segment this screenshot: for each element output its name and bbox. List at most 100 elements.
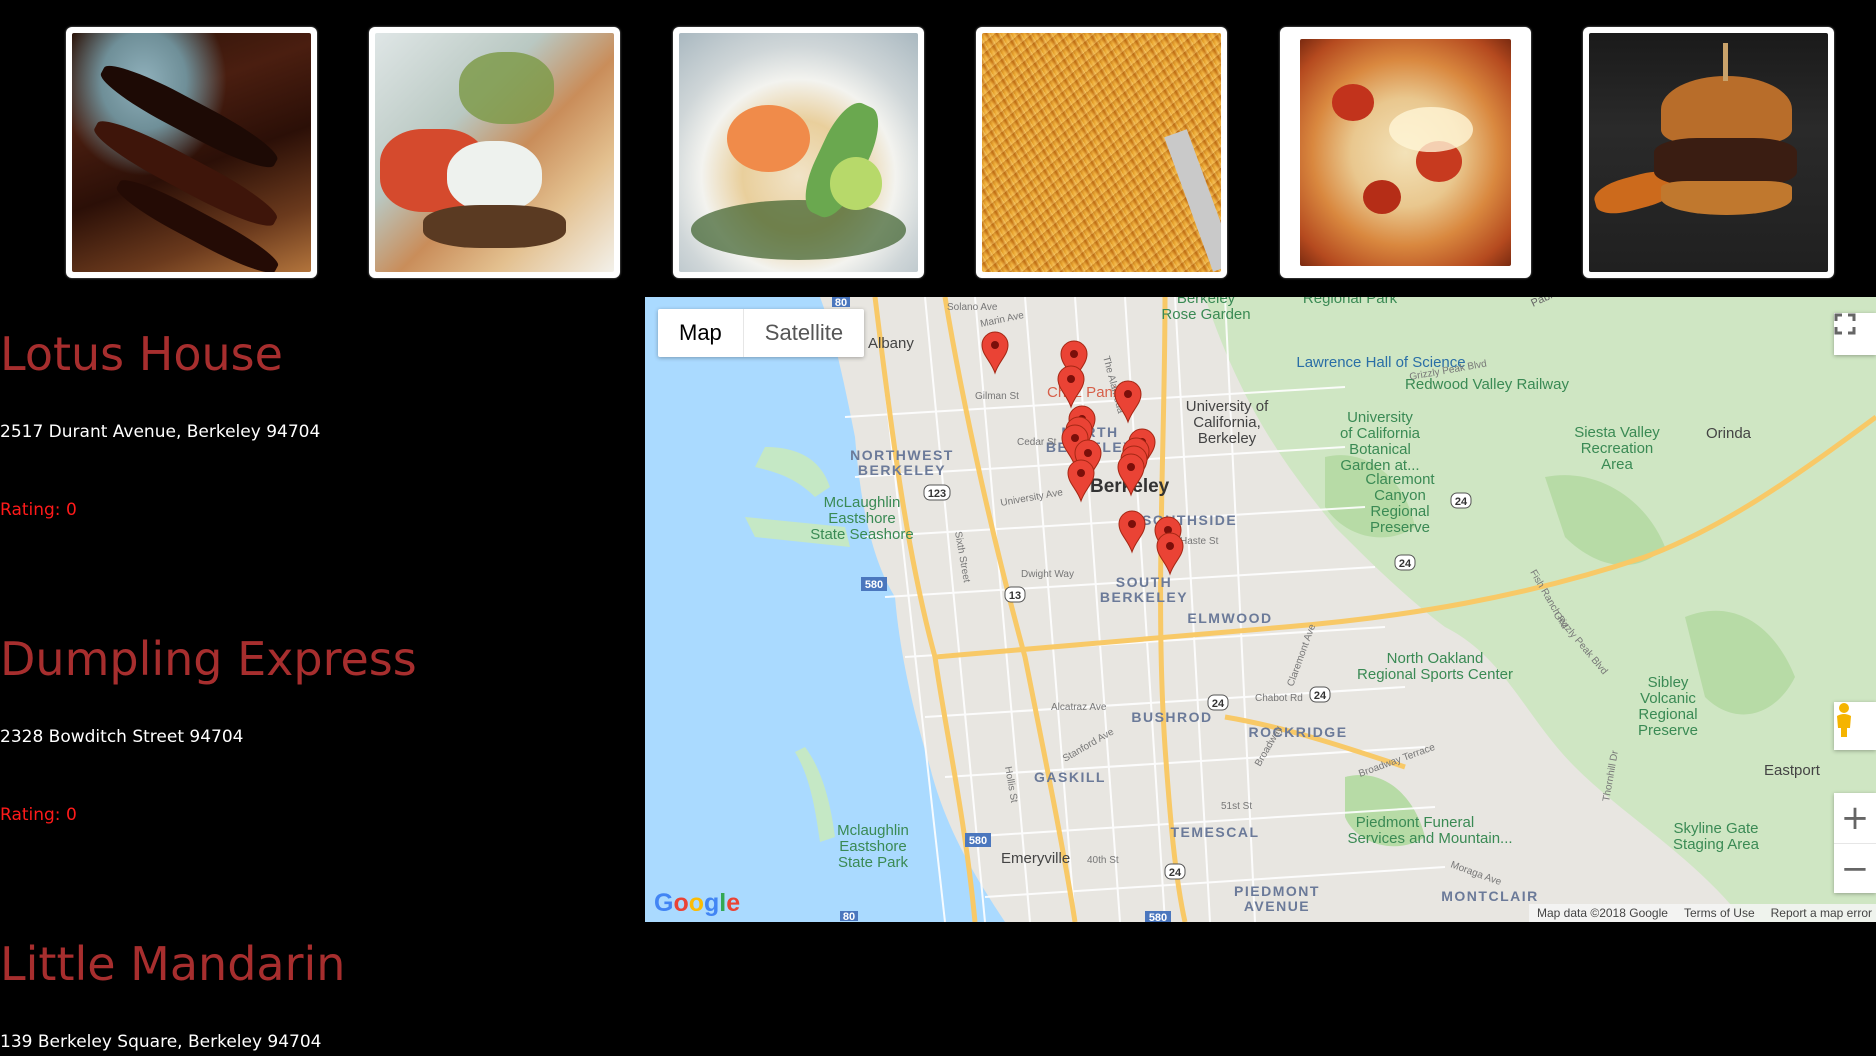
svg-text:580: 580	[969, 835, 987, 847]
svg-text:Emeryville: Emeryville	[1001, 850, 1070, 867]
svg-text:Regional: Regional	[1370, 503, 1429, 520]
svg-text:University Ave: University Ave	[1000, 487, 1065, 509]
svg-text:Botanical: Botanical	[1349, 441, 1411, 458]
svg-text:Eastshore: Eastshore	[828, 510, 896, 527]
map-marker-dot	[1070, 350, 1078, 358]
svg-text:Orinda: Orinda	[1706, 425, 1752, 442]
restaurant-card: Little Mandarin 139 Berkeley Square, Ber…	[0, 825, 640, 1052]
restaurant-name[interactable]: Little Mandarin	[0, 941, 640, 987]
svg-text:Berkeley: Berkeley	[1198, 430, 1257, 447]
svg-text:State Seashore: State Seashore	[810, 526, 913, 543]
svg-text:13: 13	[1009, 590, 1021, 602]
map-marker-dot	[991, 341, 999, 349]
satellite-view-button[interactable]: Satellite	[744, 309, 864, 357]
svg-text:Preserve: Preserve	[1370, 519, 1430, 536]
svg-text:of California: of California	[1340, 425, 1421, 442]
restaurant-address: 2328 Bowditch Street 94704	[0, 727, 244, 747]
svg-text:Skyline Gate: Skyline Gate	[1673, 820, 1758, 837]
svg-text:California,: California,	[1193, 414, 1261, 431]
restaurant-rating: Rating: 0	[0, 500, 77, 520]
svg-text:Services and Mountain...: Services and Mountain...	[1347, 830, 1512, 847]
svg-text:North Oakland: North Oakland	[1387, 650, 1484, 667]
svg-text:Sibley: Sibley	[1648, 674, 1689, 691]
zoom-out-button[interactable]: −	[1834, 843, 1876, 893]
svg-text:Eastshore: Eastshore	[839, 838, 907, 855]
food-thumbnail-burger[interactable]	[1583, 27, 1834, 278]
restaurant-card: Dumpling Express 2328 Bowditch Street 94…	[0, 520, 640, 825]
fullscreen-button[interactable]	[1834, 313, 1876, 355]
svg-text:PIEDMONT: PIEDMONT	[1234, 883, 1320, 899]
pizza-image	[1300, 39, 1511, 266]
svg-text:24: 24	[1212, 698, 1225, 710]
google-logo[interactable]: Google	[654, 889, 740, 918]
svg-text:TEMESCAL: TEMESCAL	[1171, 824, 1260, 840]
food-thumbnail-noodles[interactable]	[976, 27, 1227, 278]
svg-text:Area: Area	[1601, 456, 1633, 473]
food-thumbnail-gyro[interactable]	[369, 27, 620, 278]
svg-text:Piedmont Funeral: Piedmont Funeral	[1356, 814, 1474, 831]
map-marker-dot	[1124, 390, 1132, 398]
svg-text:Solano Ave: Solano Ave	[947, 302, 998, 313]
svg-text:BERKELEY: BERKELEY	[858, 462, 946, 478]
gyro-image	[375, 33, 614, 272]
zoom-in-button[interactable]: +	[1834, 793, 1876, 843]
svg-text:Haste St: Haste St	[1180, 536, 1219, 547]
svg-text:ROCKRIDGE: ROCKRIDGE	[1248, 724, 1347, 740]
map-marker-dot	[1166, 542, 1174, 550]
map-marker[interactable]	[1114, 380, 1142, 424]
svg-text:Regional: Regional	[1638, 706, 1697, 723]
svg-text:Recreation: Recreation	[1581, 440, 1654, 457]
restaurant-rating: Rating: 0	[0, 805, 77, 825]
map-marker[interactable]	[981, 331, 1009, 375]
svg-text:Siesta Valley: Siesta Valley	[1574, 424, 1660, 441]
food-thumbnail-pizza[interactable]	[1280, 27, 1531, 278]
food-thumbnail-ribs[interactable]	[66, 27, 317, 278]
svg-text:Canyon: Canyon	[1374, 487, 1426, 504]
restaurant-address: 2517 Durant Avenue, Berkeley 94704	[0, 422, 321, 442]
svg-text:Regional Park: Regional Park	[1303, 297, 1398, 307]
restaurant-address: 139 Berkeley Square, Berkeley 94704	[0, 1032, 322, 1052]
map-marker-dot	[1077, 469, 1085, 477]
svg-text:SOUTH: SOUTH	[1116, 574, 1173, 590]
svg-text:State Park: State Park	[838, 854, 909, 871]
svg-text:AVENUE: AVENUE	[1244, 898, 1310, 914]
svg-text:24: 24	[1399, 558, 1412, 570]
minus-icon: −	[1840, 848, 1870, 889]
map-marker-dot	[1128, 520, 1136, 528]
svg-text:40th St: 40th St	[1087, 855, 1119, 866]
street-view-pegman-button[interactable]	[1834, 702, 1876, 750]
svg-text:NORTHWEST: NORTHWEST	[850, 447, 954, 463]
restaurant-markers[interactable]	[981, 331, 1184, 576]
svg-text:580: 580	[1149, 912, 1167, 922]
report-map-error-link[interactable]: Report a map error	[1771, 906, 1872, 920]
svg-text:Staging Area: Staging Area	[1673, 836, 1760, 853]
svg-text:GASKILL: GASKILL	[1034, 769, 1106, 785]
svg-text:Volcanic: Volcanic	[1640, 690, 1696, 707]
map-marker-dot	[1067, 375, 1075, 383]
svg-text:80: 80	[835, 297, 847, 309]
svg-text:Mclaughlin: Mclaughlin	[837, 822, 909, 839]
svg-text:580: 580	[865, 579, 883, 591]
ribs-image	[72, 33, 311, 272]
svg-text:Eastport: Eastport	[1764, 762, 1821, 779]
svg-text:Regional Sports Center: Regional Sports Center	[1357, 666, 1513, 683]
svg-text:Broadway Terrace: Broadway Terrace	[1357, 742, 1437, 780]
map-canvas[interactable]: 80 123 580 13 24 24 24 24 24 580 80 580	[645, 297, 1876, 922]
map-view-button[interactable]: Map	[658, 309, 744, 357]
restaurant-name[interactable]: Lotus House	[0, 331, 640, 377]
map-data-credit: Map data ©2018 Google	[1537, 906, 1668, 920]
svg-text:Gilman St: Gilman St	[975, 391, 1019, 402]
terms-of-use-link[interactable]: Terms of Use	[1684, 906, 1755, 920]
svg-text:BUSHROD: BUSHROD	[1131, 709, 1212, 725]
restaurant-name[interactable]: Dumpling Express	[0, 636, 640, 682]
svg-text:Cedar St: Cedar St	[1017, 437, 1057, 448]
svg-text:Albany: Albany	[868, 335, 914, 352]
plus-icon: +	[1840, 798, 1870, 838]
food-thumbnail-pad-thai[interactable]	[673, 27, 924, 278]
svg-text:Preserve: Preserve	[1638, 722, 1698, 739]
svg-text:MONTCLAIR: MONTCLAIR	[1441, 888, 1539, 904]
map-type-control: Map Satellite	[658, 309, 865, 357]
map-marker-dot	[1127, 463, 1135, 471]
google-map[interactable]: 80 123 580 13 24 24 24 24 24 580 80 580	[645, 297, 1876, 922]
svg-text:Alcatraz Ave: Alcatraz Ave	[1051, 702, 1107, 713]
